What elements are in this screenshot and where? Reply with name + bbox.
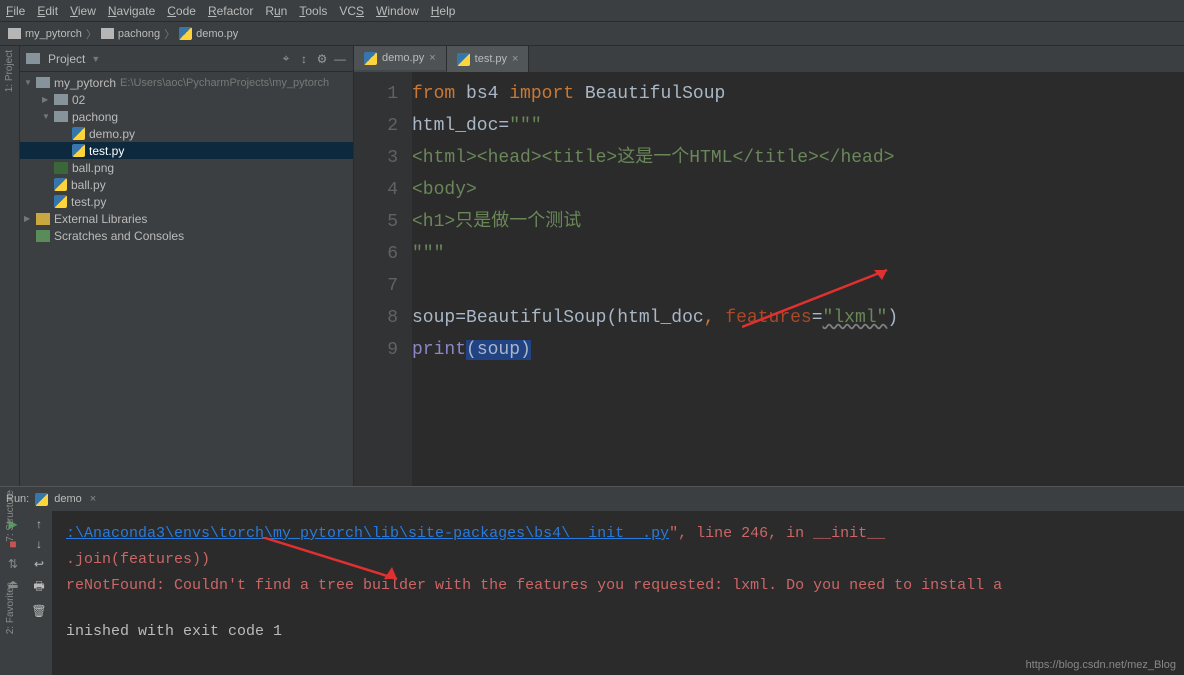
left-toolbar: 1: Project <box>0 46 20 486</box>
run-config-name[interactable]: demo <box>54 493 82 505</box>
breadcrumb-root[interactable]: my_pytorch <box>25 28 82 40</box>
menu-code[interactable]: Code <box>167 4 196 18</box>
down-icon[interactable]: ↓ <box>36 537 42 551</box>
menu-navigate[interactable]: Navigate <box>108 4 155 18</box>
tree-folder[interactable]: ▶02 <box>20 91 353 108</box>
folder-icon <box>101 28 114 39</box>
scratch-icon <box>36 230 50 242</box>
output-line: inished with exit code 1 <box>66 619 1170 645</box>
breadcrumb: my_pytorch 〉 pachong 〉 demo.py <box>0 22 1184 46</box>
target-icon[interactable]: ⌖ <box>279 52 293 66</box>
menu-window[interactable]: Window <box>376 4 419 18</box>
close-icon[interactable]: × <box>429 52 435 64</box>
hide-icon[interactable]: — <box>333 52 347 66</box>
file-link[interactable]: :\Anaconda3\envs\torch\my_pytorch\lib\si… <box>66 525 669 542</box>
sidetab-structure[interactable]: 7: Structure <box>5 490 16 542</box>
run-panel: Run: demo × ▶ ■ ⇅ ⏏ ↑ ↓ ↩ 🖶 🗑 :\Anaconda… <box>0 486 1184 675</box>
menu-run[interactable]: Run <box>265 4 287 18</box>
menu-tools[interactable]: Tools <box>299 4 327 18</box>
tab-demo[interactable]: demo.py × <box>354 46 447 72</box>
panel-title[interactable]: Project <box>48 52 85 66</box>
output-line: :\Anaconda3\envs\torch\my_pytorch\lib\si… <box>66 521 1170 547</box>
library-icon <box>36 213 50 225</box>
breadcrumb-file[interactable]: demo.py <box>196 28 238 40</box>
tree-root[interactable]: ▼my_pytorchE:\Users\aoc\PycharmProjects\… <box>20 74 353 91</box>
run-header: Run: demo × <box>0 487 1184 511</box>
tree-file[interactable]: demo.py <box>20 125 353 142</box>
menu-file[interactable]: FFileile <box>6 4 25 18</box>
tab-label: test.py <box>475 53 507 65</box>
image-icon <box>54 162 68 174</box>
tree-file[interactable]: ball.py <box>20 176 353 193</box>
python-icon <box>457 53 470 66</box>
tree-folder[interactable]: ▼pachong <box>20 108 353 125</box>
left-toolbar-lower: 7: Structure 2: Favorites <box>0 490 20 634</box>
menu-vcs[interactable]: VCS <box>339 4 364 18</box>
output-line: .join(features)) <box>66 547 1170 573</box>
sidetab-project[interactable]: 1: Project <box>4 50 15 92</box>
trash-icon[interactable]: 🗑 <box>31 604 46 618</box>
dropdown-icon[interactable]: ▼ <box>91 54 100 64</box>
output-line: reNotFound: Couldn't find a tree builder… <box>66 573 1170 599</box>
close-icon[interactable]: × <box>512 53 518 65</box>
tab-test[interactable]: test.py × <box>447 46 530 72</box>
watermark: https://blog.csdn.net/mez_Blog <box>1026 659 1176 671</box>
run-output[interactable]: :\Anaconda3\envs\torch\my_pytorch\lib\si… <box>52 511 1184 675</box>
editor-tabs: demo.py × test.py × <box>354 46 1184 72</box>
close-icon[interactable]: × <box>90 493 96 505</box>
line-gutter: 123 456 789 <box>354 72 412 486</box>
code-content[interactable]: from bs4 import BeautifulSoup html_doc="… <box>412 72 1184 486</box>
chevron-right-icon: 〉 <box>86 26 97 42</box>
menu-refactor[interactable]: Refactor <box>208 4 253 18</box>
tree-external-lib[interactable]: ▶External Libraries <box>20 210 353 227</box>
collapse-icon[interactable]: ↕ <box>297 52 311 66</box>
code-editor[interactable]: 123 456 789 from bs4 import BeautifulSou… <box>354 72 1184 486</box>
project-tree: ▼my_pytorchE:\Users\aoc\PycharmProjects\… <box>20 72 353 246</box>
gear-icon[interactable]: ⚙ <box>315 52 329 66</box>
chevron-right-icon: 〉 <box>164 26 175 42</box>
project-panel: Project ▼ ⌖ ↕ ⚙ — ▼my_pytorchE:\Users\ao… <box>20 46 354 486</box>
menu-view[interactable]: View <box>70 4 96 18</box>
menu-help[interactable]: Help <box>431 4 456 18</box>
tree-file-selected[interactable]: test.py <box>20 142 353 159</box>
print-icon[interactable]: 🖶 <box>33 577 44 598</box>
tree-file[interactable]: ball.png <box>20 159 353 176</box>
tab-label: demo.py <box>382 52 424 64</box>
tree-scratches[interactable]: Scratches and Consoles <box>20 227 353 244</box>
editor-area: demo.py × test.py × 123 456 789 from bs4 i… <box>354 46 1184 486</box>
sidetab-favorites[interactable]: 2: Favorites <box>5 582 16 634</box>
project-panel-header: Project ▼ ⌖ ↕ ⚙ — <box>20 46 353 72</box>
wrap-icon[interactable]: ↩ <box>34 557 44 571</box>
main-area: 1: Project Project ▼ ⌖ ↕ ⚙ — ▼my_pytorch… <box>0 46 1184 486</box>
run-body: ▶ ■ ⇅ ⏏ ↑ ↓ ↩ 🖶 🗑 :\Anaconda3\envs\torch… <box>0 511 1184 675</box>
up-icon[interactable]: ↑ <box>36 517 42 531</box>
menu-edit[interactable]: Edit <box>37 4 58 18</box>
run-toolbar-2: ↑ ↓ ↩ 🖶 🗑 <box>26 511 52 675</box>
python-icon <box>179 27 192 40</box>
python-icon <box>364 52 377 65</box>
folder-icon <box>26 53 40 64</box>
folder-icon <box>8 28 21 39</box>
menu-bar: FFileile Edit View Navigate Code Refacto… <box>0 0 1184 22</box>
tree-file[interactable]: test.py <box>20 193 353 210</box>
breadcrumb-folder[interactable]: pachong <box>118 28 160 40</box>
python-icon <box>35 493 48 506</box>
